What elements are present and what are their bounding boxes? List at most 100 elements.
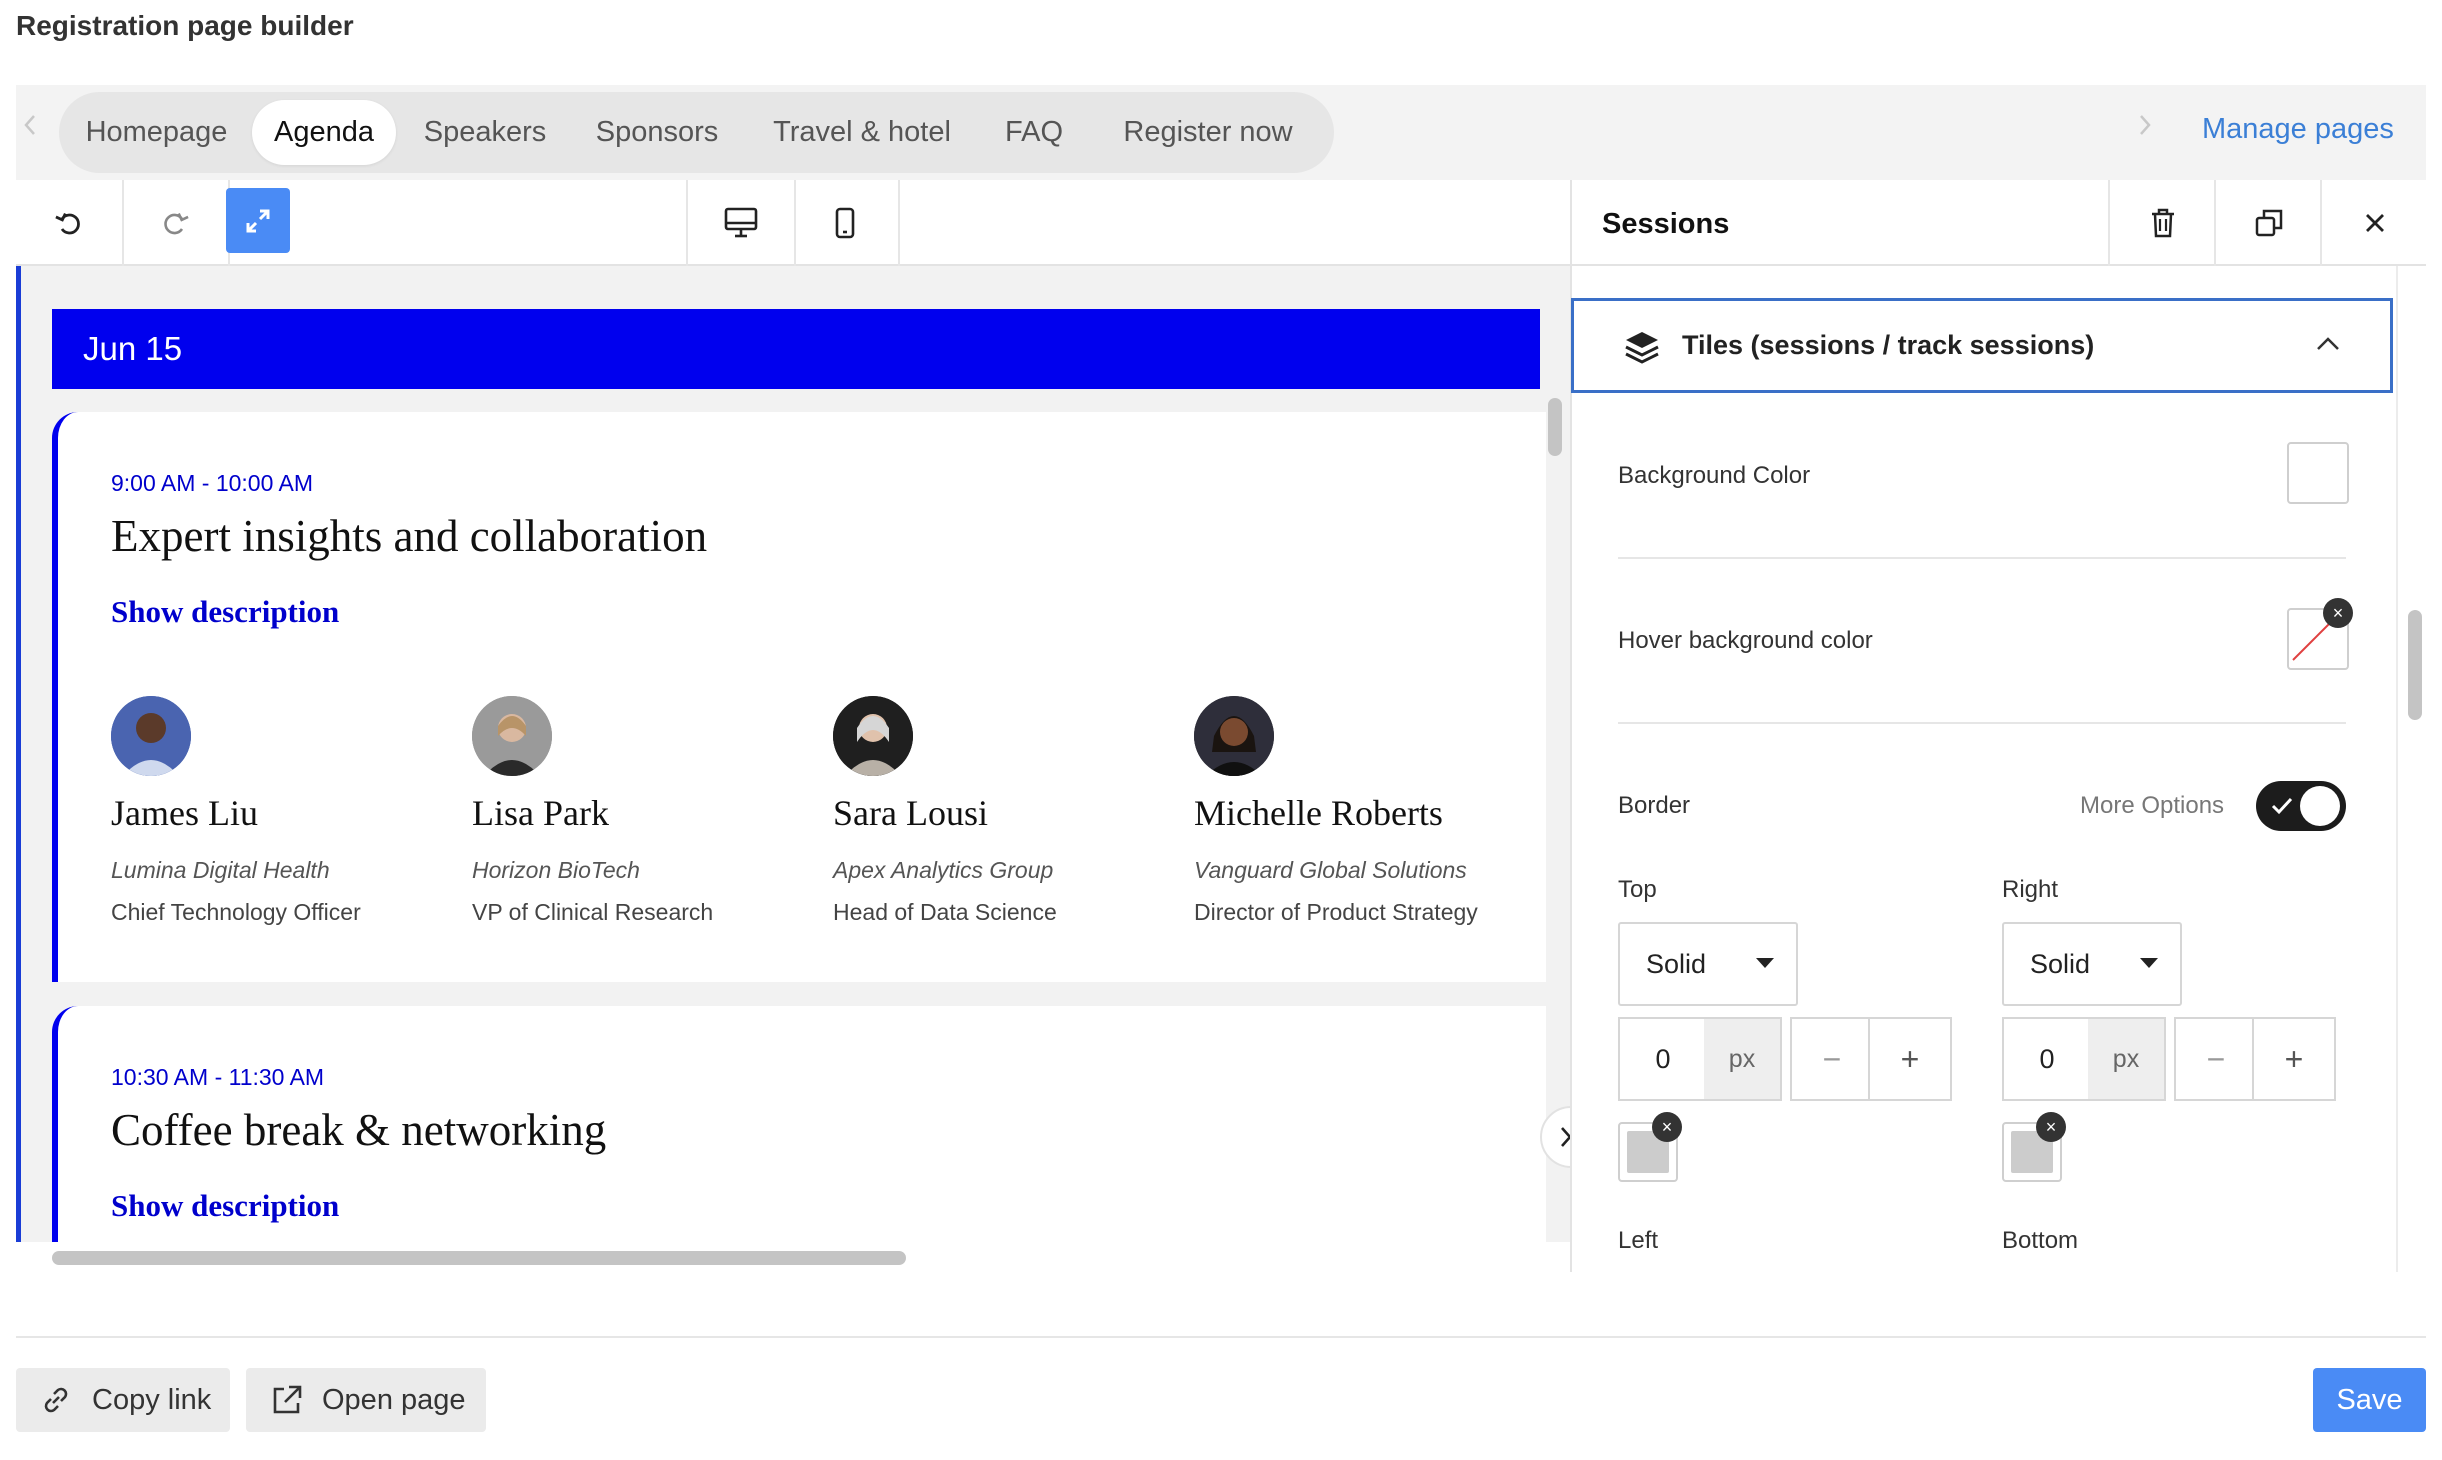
panel-title: Sessions [1602, 208, 1730, 240]
speaker-name: Sara Lousi [833, 793, 988, 833]
page-title: Registration page builder [16, 10, 354, 41]
show-description-link[interactable]: Show description [111, 1188, 339, 1224]
close-button[interactable] [2320, 180, 2428, 266]
copy-link-button[interactable]: Copy link [16, 1368, 230, 1432]
background-color-label: Background Color [1618, 462, 1811, 489]
caret-down-icon [2140, 958, 2158, 968]
avatar [111, 696, 191, 776]
save-button[interactable]: Save [2313, 1368, 2426, 1432]
undo-icon [55, 212, 80, 235]
speaker-name: Michelle Roberts [1194, 793, 1443, 833]
speaker-org: Lumina Digital Health [111, 857, 330, 883]
caret-down-icon [1756, 958, 1774, 968]
border-right-width-input[interactable]: 0 [2002, 1017, 2092, 1101]
border-right-style-select[interactable]: Solid [2002, 922, 2182, 1006]
undo-button[interactable] [16, 180, 124, 266]
speaker-role: Head of Data Science [833, 899, 1057, 925]
expand-icon [246, 209, 270, 232]
agenda-date-bar: Jun 15 [52, 309, 1540, 389]
manage-pages-link[interactable]: Manage pages [2202, 113, 2394, 146]
mobile-icon [835, 207, 855, 239]
copy-icon [2255, 209, 2283, 237]
canvas-accent-bar [16, 266, 21, 1242]
external-link-icon [273, 1385, 302, 1414]
border-top-label: Top [1618, 876, 1657, 903]
avatar [833, 696, 913, 776]
toggle-knob [2300, 786, 2340, 826]
preview-horizontal-scrollbar[interactable] [52, 1251, 906, 1265]
tab-speakers[interactable]: Speakers [406, 100, 564, 165]
avatar [472, 696, 552, 776]
speaker-role: VP of Clinical Research [472, 899, 714, 925]
tab-agenda[interactable]: Agenda [252, 100, 396, 165]
session-card[interactable]: 9:00 AM - 10:00 AM Expert insights and c… [52, 412, 1546, 982]
tab-sponsors[interactable]: Sponsors [574, 100, 740, 165]
tab-register-now[interactable]: Register now [1094, 100, 1322, 165]
panel-scrollbar[interactable] [2408, 610, 2422, 720]
clear-color-icon[interactable]: × [2036, 1112, 2066, 1142]
delete-button[interactable] [2108, 180, 2216, 266]
decrement-button[interactable]: − [2174, 1017, 2258, 1101]
layers-icon [1625, 332, 1659, 364]
check-icon [2271, 797, 2293, 815]
divider [1618, 557, 2346, 559]
redo-icon [164, 212, 189, 235]
session-title: Expert insights and collaboration [111, 511, 708, 561]
speaker-name: Lisa Park [472, 793, 609, 833]
session-card[interactable]: 10:30 AM - 11:30 AM Coffee break & netwo… [52, 1006, 1546, 1242]
show-description-link[interactable]: Show description [111, 594, 339, 630]
footer-divider [16, 1336, 2426, 1338]
tab-travel-hotel[interactable]: Travel & hotel [750, 100, 974, 165]
chevron-left-icon[interactable] [20, 110, 50, 150]
tiles-section-title: Tiles (sessions / track sessions) [1682, 330, 2095, 360]
background-color-swatch[interactable] [2287, 442, 2349, 504]
clear-color-icon[interactable]: × [2323, 598, 2353, 628]
tab-homepage[interactable]: Homepage [71, 100, 242, 165]
unit-label: px [2088, 1017, 2166, 1101]
preview-vertical-scrollbar[interactable] [1548, 398, 1562, 456]
hover-bg-color-label: Hover background color [1618, 627, 1873, 654]
increment-button[interactable]: + [1868, 1017, 1952, 1101]
border-left-label: Left [1618, 1227, 1659, 1254]
link-icon [44, 1387, 68, 1413]
desktop-view-button[interactable] [686, 180, 796, 266]
redo-button[interactable] [122, 180, 230, 266]
avatar [1194, 696, 1274, 776]
session-title: Coffee break & networking [111, 1105, 607, 1155]
open-page-button[interactable]: Open page [246, 1368, 486, 1432]
session-time: 10:30 AM - 11:30 AM [111, 1064, 325, 1090]
decrement-button[interactable]: − [1790, 1017, 1874, 1101]
clear-color-icon[interactable]: × [1652, 1112, 1682, 1142]
trash-icon [2152, 208, 2174, 238]
border-bottom-label: Bottom [2002, 1227, 2079, 1254]
more-options-label: More Options [2080, 792, 2225, 819]
speaker-org: Horizon BioTech [472, 857, 640, 883]
border-top-width-input[interactable]: 0 [1618, 1017, 1708, 1101]
speaker-org: Apex Analytics Group [833, 857, 1054, 883]
speaker-name: James Liu [111, 793, 258, 833]
open-page-label: Open page [322, 1383, 466, 1416]
border-label: Border [1618, 792, 1691, 819]
session-time: 9:00 AM - 10:00 AM [111, 470, 314, 496]
border-top-style-select[interactable]: Solid [1618, 922, 1798, 1006]
speaker-role: Chief Technology Officer [111, 899, 361, 925]
fullscreen-button[interactable] [226, 188, 290, 253]
chevron-up-icon [2317, 337, 2339, 350]
close-icon [2366, 214, 2384, 232]
border-right-label: Right [2002, 876, 2059, 903]
chevron-right-icon[interactable] [2135, 110, 2155, 148]
duplicate-button[interactable] [2214, 180, 2322, 266]
speaker-role: Director of Product Strategy [1194, 899, 1478, 925]
select-value: Solid [2030, 948, 2091, 979]
copy-link-label: Copy link [92, 1383, 212, 1416]
mobile-view-button[interactable] [792, 180, 900, 266]
panel-scroll-track [2396, 266, 2398, 1272]
unit-label: px [1704, 1017, 1782, 1101]
tab-faq[interactable]: FAQ [984, 100, 1084, 165]
desktop-icon [724, 207, 758, 238]
increment-button[interactable]: + [2252, 1017, 2336, 1101]
select-value: Solid [1646, 948, 1707, 979]
divider [1618, 722, 2346, 724]
agenda-date: Jun 15 [83, 330, 183, 367]
speaker-org: Vanguard Global Solutions [1194, 857, 1467, 883]
